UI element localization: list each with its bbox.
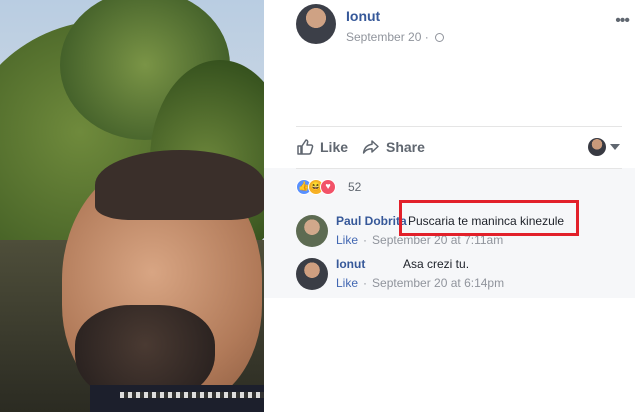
comment-text: Asa crezi tu. bbox=[403, 257, 470, 271]
post-photo[interactable] bbox=[0, 0, 264, 412]
reaction-count[interactable]: 52 bbox=[348, 180, 361, 194]
post-meta: September 20 · bbox=[346, 30, 445, 44]
post-timestamp[interactable]: September 20 bbox=[346, 30, 421, 44]
globe-icon[interactable] bbox=[435, 33, 445, 42]
author-avatar[interactable] bbox=[296, 4, 336, 44]
current-user-avatar bbox=[588, 138, 606, 156]
share-button[interactable]: Share bbox=[362, 138, 425, 156]
comment-item: Ionut Asa crezi tu. Like · September 20 at… bbox=[296, 256, 626, 298]
commenter-avatar[interactable] bbox=[296, 215, 328, 247]
divider bbox=[296, 126, 622, 127]
like-button[interactable]: Like bbox=[296, 138, 348, 156]
comment-like-link[interactable]: Like bbox=[336, 276, 358, 290]
person-collar bbox=[90, 385, 264, 412]
share-arrow-icon bbox=[362, 140, 379, 154]
comment-author[interactable]: Paul Dobrita bbox=[336, 214, 407, 228]
comment-like-link[interactable]: Like bbox=[336, 233, 358, 247]
like-label: Like bbox=[320, 139, 349, 155]
share-label: Share bbox=[386, 139, 425, 155]
post-author[interactable]: Ionut bbox=[346, 8, 380, 24]
reaction-as-selector[interactable] bbox=[588, 138, 620, 156]
more-dots-icon[interactable]: ••• bbox=[615, 12, 630, 30]
highlight-annotation-box bbox=[399, 200, 579, 236]
collar-zipper bbox=[120, 392, 264, 398]
comment-author[interactable]: Ionut bbox=[336, 257, 365, 271]
post-panel: Ionut September 20 · ••• Like Share 👍 😆 bbox=[264, 0, 635, 412]
meta-separator: · bbox=[363, 276, 368, 290]
meta-separator: · bbox=[424, 30, 429, 44]
divider bbox=[296, 168, 622, 169]
thumbs-up-icon bbox=[297, 139, 314, 155]
commenter-avatar[interactable] bbox=[296, 258, 328, 290]
caret-down-icon bbox=[610, 144, 620, 150]
post-header: Ionut September 20 · ••• bbox=[296, 4, 631, 48]
person-hair bbox=[95, 150, 264, 220]
comment-timestamp[interactable]: September 20 at 6:14pm bbox=[372, 276, 504, 290]
meta-separator: · bbox=[363, 233, 368, 247]
comment-actions: Like · September 20 at 6:14pm bbox=[336, 276, 504, 290]
reactions-and-comments: 👍 😆 ♥ 52 Paul Dobrita Puscaria te maninc… bbox=[264, 168, 635, 298]
love-reaction-icon: ♥ bbox=[320, 179, 336, 195]
post-action-bar: Like Share bbox=[296, 130, 622, 164]
